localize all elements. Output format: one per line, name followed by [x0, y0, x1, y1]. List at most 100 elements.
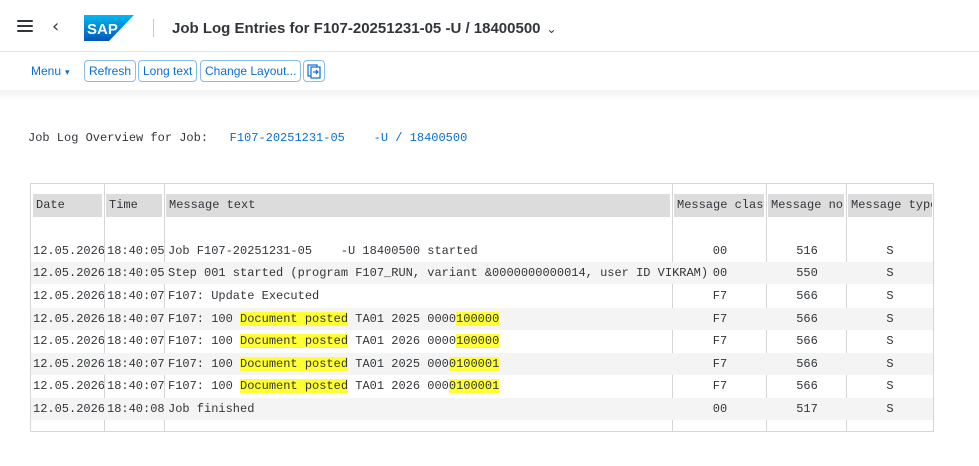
cell-message-no: 566	[796, 379, 818, 393]
cell-date: 12.05.2026	[33, 379, 106, 393]
refresh-button[interactable]: Refresh	[84, 60, 137, 82]
highlighted-document-number: 100000	[456, 312, 500, 326]
cell-message-text: F107: 100 Document posted TA01 2026 0000…	[168, 375, 500, 397]
cell-date: 12.05.2026	[33, 334, 106, 348]
highlighted-document-number: 0100001	[448, 379, 500, 393]
message-text: F107: Update Executed	[168, 289, 320, 303]
cell-message-class: 00	[712, 266, 728, 280]
overview-job-name: F107-20251231-05	[229, 131, 345, 145]
message-text: Job F107-20251231-05 -U 18400500 started	[168, 244, 478, 258]
shell-bar: ‹ SAP Job Log Entries for F107-20251231-…	[0, 0, 979, 52]
message-text: Step 001 started (program F107_RUN, vari…	[168, 266, 709, 280]
menu-label: Menu	[31, 64, 62, 78]
cell-message-text: Step 001 started (program F107_RUN, vari…	[168, 262, 708, 284]
cell-message-text: F107: 100 Document posted TA01 2025 0000…	[168, 353, 500, 375]
job-overview: Job Log Overview for Job: F107-20251231-…	[28, 131, 467, 145]
cell-message-type: S	[886, 289, 894, 303]
column-header-date[interactable]: Date	[33, 194, 102, 217]
cell-time: 18:40:05	[107, 266, 165, 280]
long-text-button[interactable]: Long text	[138, 60, 198, 82]
cell-message-text: F107: Update Executed	[168, 285, 319, 307]
sap-logo[interactable]: SAP	[84, 15, 134, 41]
table-row[interactable]: 12.05.2026 18:40:07 F107: 100 Document pos…	[31, 308, 933, 330]
cell-date: 12.05.2026	[33, 357, 106, 371]
hamburger-menu-icon[interactable]	[17, 20, 33, 32]
highlighted-document-number: 100000	[456, 334, 500, 348]
cell-message-type: S	[886, 244, 894, 258]
table-row[interactable]: 12.05.2026 18:40:07 F107: 100 Document pos…	[31, 375, 933, 397]
menu-button[interactable]: Menu ▾	[31, 64, 70, 78]
column-header-time[interactable]: Time	[106, 194, 162, 217]
message-text: F107: 100	[168, 357, 241, 371]
overview-label: Job Log Overview for Job:	[28, 131, 209, 145]
message-text: Job finished	[168, 402, 255, 416]
cell-time: 18:40:07	[107, 312, 165, 326]
cell-message-class: F7	[712, 312, 728, 326]
cell-message-no: 566	[796, 289, 818, 303]
message-text-suffix: TA01 2026 000	[348, 379, 449, 393]
cell-date: 12.05.2026	[33, 402, 106, 416]
cell-message-text: Job F107-20251231-05 -U 18400500 started	[168, 240, 478, 262]
table-row[interactable]: 12.05.2026 18:40:07 F107: Update Executed F…	[31, 285, 933, 307]
message-text: F107: 100	[168, 312, 241, 326]
column-header-message-text[interactable]: Message text	[166, 194, 670, 217]
cell-message-class: F7	[712, 334, 728, 348]
message-text-suffix: TA01 2025 0000	[348, 312, 457, 326]
cell-date: 12.05.2026	[33, 244, 106, 258]
cell-message-no: 550	[796, 266, 818, 280]
highlighted-document-number: 0100001	[448, 357, 500, 371]
toolbar-shadow	[0, 90, 979, 100]
table-row[interactable]: 12.05.2026 18:40:05 Step 001 started (prog…	[31, 262, 933, 284]
cell-message-text: F107: 100 Document posted TA01 2026 0000…	[168, 330, 500, 352]
cell-message-type: S	[886, 379, 894, 393]
table-row[interactable]: 12.05.2026 18:40:07 F107: 100 Document pos…	[31, 330, 933, 352]
cell-message-type: S	[886, 357, 894, 371]
cell-date: 12.05.2026	[33, 312, 106, 326]
highlighted-text: Document posted	[240, 379, 349, 393]
column-header-message-no[interactable]: Message no.	[768, 194, 844, 217]
cell-message-class: 00	[712, 244, 728, 258]
cell-time: 18:40:07	[107, 334, 165, 348]
cell-date: 12.05.2026	[33, 289, 106, 303]
cell-message-class: F7	[712, 379, 728, 393]
highlighted-text: Document posted	[240, 357, 349, 371]
message-text: F107: 100	[168, 334, 241, 348]
cell-message-type: S	[886, 312, 894, 326]
chevron-down-icon: ▾	[65, 68, 70, 78]
column-header-message-type[interactable]: Message type	[848, 194, 932, 217]
cell-message-text: Job finished	[168, 398, 254, 420]
table-row[interactable]: 12.05.2026 18:40:05 Job F107-20251231-05 -…	[31, 240, 933, 262]
cell-time: 18:40:08	[107, 402, 165, 416]
cell-message-no: 566	[796, 312, 818, 326]
chevron-down-icon: ⌄	[546, 22, 557, 36]
cell-time: 18:40:07	[107, 357, 165, 371]
page-title-text: Job Log Entries for F107-20251231-05 -U …	[172, 20, 541, 37]
cell-message-type: S	[886, 266, 894, 280]
cell-message-no: 517	[796, 402, 818, 416]
overview-job-count: -U / 18400500	[373, 131, 468, 145]
change-layout-button[interactable]: Change Layout...	[200, 60, 302, 82]
cell-date: 12.05.2026	[33, 266, 106, 280]
job-log-table: Date Time Message text Message class Mes…	[30, 183, 934, 432]
cell-message-text: F107: 100 Document posted TA01 2025 0000…	[168, 308, 500, 330]
message-text: F107: 100	[168, 379, 241, 393]
message-text-suffix: TA01 2026 0000	[348, 334, 457, 348]
page-title[interactable]: Job Log Entries for F107-20251231-05 -U …	[172, 20, 557, 37]
column-header-message-class[interactable]: Message class	[674, 194, 764, 217]
cell-time: 18:40:07	[107, 379, 165, 393]
cell-message-type: S	[886, 402, 894, 416]
message-text-suffix: TA01 2025 000	[348, 357, 449, 371]
cell-time: 18:40:07	[107, 289, 165, 303]
header-divider	[153, 19, 154, 37]
back-arrow-icon[interactable]: ‹	[52, 18, 59, 36]
cell-message-no: 516	[796, 244, 818, 258]
export-icon[interactable]	[303, 60, 325, 82]
cell-message-no: 566	[796, 357, 818, 371]
table-row[interactable]: 12.05.2026 18:40:07 F107: 100 Document pos…	[31, 353, 933, 375]
table-row[interactable]: 12.05.2026 18:40:08 Job finished 00 517 S	[31, 398, 933, 420]
cell-time: 18:40:05	[107, 244, 165, 258]
cell-message-class: F7	[712, 357, 728, 371]
cell-message-class: 00	[712, 402, 728, 416]
cell-message-class: F7	[712, 289, 728, 303]
highlighted-text: Document posted	[240, 334, 349, 348]
